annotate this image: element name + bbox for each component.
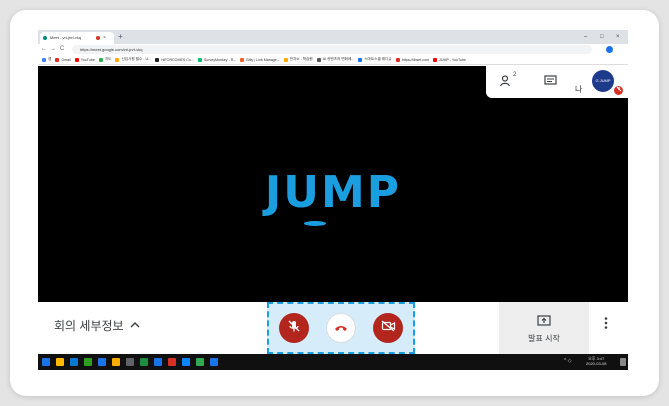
more-options-icon[interactable] — [604, 316, 608, 333]
profile-avatar[interactable] — [606, 46, 613, 53]
meeting-details-button[interactable]: 회의 세부정보 — [54, 317, 140, 334]
app-icon[interactable] — [126, 358, 134, 366]
app-icon[interactable] — [140, 358, 148, 366]
bookmark-label: 지도 — [104, 57, 112, 61]
self-avatar: G JUMP — [592, 70, 614, 92]
bookmarks-bar: 앱 Gmail YouTube 지도 신입사원 필수 - U... HiFORCOMES … — [38, 55, 628, 65]
bookmark-favicon-icon — [197, 57, 202, 62]
bookmark-label: 앱 — [48, 57, 52, 61]
clock[interactable]: 오후 3:47 2020-03-08 — [586, 356, 606, 366]
address-row: ← → C https://meet.google.com/vri-jnrf-v… — [38, 44, 628, 55]
maximize-button[interactable]: □ — [600, 32, 604, 42]
app-icon[interactable] — [210, 358, 218, 366]
system-tray-icon[interactable]: ^ ◇ — [564, 358, 572, 364]
bookmark-favicon-icon — [316, 57, 321, 62]
bookmark-item[interactable]: Gmail — [55, 57, 71, 62]
bookmark-favicon-icon — [358, 57, 363, 62]
bookmark-favicon-icon — [395, 57, 400, 62]
bookmark-item[interactable]: SurveyMonkey - R... — [197, 57, 237, 62]
participants-count: 2 — [513, 72, 517, 78]
bookmark-item[interactable]: 지도 — [98, 57, 112, 62]
forward-arrow-icon[interactable]: → — [50, 45, 56, 54]
reload-icon[interactable]: C — [60, 45, 64, 54]
chevron-up-icon — [130, 320, 140, 331]
chrome-icon[interactable] — [196, 358, 204, 366]
people-icon[interactable] — [500, 75, 514, 90]
bookmark-favicon-icon — [42, 57, 46, 62]
screen: Meet - vri-jnrf-vkq × + – □ × ← → C http… — [38, 30, 628, 370]
bookmark-item[interactable]: 전자소 - 학습원 — [283, 57, 313, 62]
participants-panel: 2 나 G JUMP — [486, 66, 628, 98]
bookmark-label: AI 컨텐츠의 변화에... — [322, 57, 355, 61]
window-close-button[interactable]: × — [616, 32, 620, 42]
present-screen-icon — [537, 314, 551, 332]
app-icon[interactable] — [98, 358, 106, 366]
bookmark-label: 신입사원 필수 - U... — [121, 57, 152, 61]
clock-date: 2020-03-08 — [586, 361, 607, 366]
self-label: 나 — [575, 85, 583, 94]
bookmark-label: https://dbset.com — [401, 57, 430, 62]
bookmark-label: YouTube — [80, 57, 95, 62]
tab-title: Meet - vri-jnrf-vkq — [50, 35, 82, 40]
hangup-icon — [334, 319, 348, 337]
tab-close-icon[interactable]: × — [103, 32, 106, 44]
bookmark-favicon-icon — [433, 57, 438, 62]
bookmark-label: Bitly | Link Manage... — [246, 57, 280, 62]
app-icon[interactable] — [154, 358, 162, 366]
bookmark-label: HiFORCOMES Co... — [161, 57, 194, 62]
bookmark-favicon-icon — [55, 57, 60, 62]
bookmark-item[interactable]: 신입사원 필수 - U... — [115, 57, 151, 62]
back-arrow-icon[interactable]: ← — [41, 45, 47, 54]
search-icon[interactable] — [56, 358, 64, 366]
bookmark-label: 전자소 - 학습원 — [289, 57, 313, 61]
call-controls-bar: 회의 세부정보 발표 시작 — [38, 302, 628, 354]
present-label: 발표 시작 — [528, 334, 560, 343]
jump-logo: JUMP — [264, 167, 402, 218]
tab-bar: Meet - vri-jnrf-vkq × + – □ × — [38, 30, 628, 44]
bookmark-item[interactable]: JUMP - YouTube — [433, 57, 467, 62]
bookmark-item[interactable]: HiFORCOMES Co... — [155, 57, 194, 62]
meet-favicon-icon — [43, 36, 47, 40]
mic-off-icon — [287, 319, 301, 338]
bookmark-item[interactable]: Bitly | Link Manage... — [240, 57, 280, 62]
bookmark-item[interactable]: https://dbset.com — [395, 57, 430, 62]
camera-toggle-button[interactable] — [373, 313, 403, 343]
bookmark-favicon-icon — [115, 57, 120, 62]
bookmark-label: SurveyMonkey - R... — [203, 57, 237, 62]
bookmark-item[interactable]: AI 컨텐츠의 변화에... — [316, 57, 355, 62]
bookmark-favicon-icon — [98, 57, 103, 62]
os-taskbar: ^ ◇ 오후 3:47 2020-03-08 — [38, 354, 628, 370]
bookmark-favicon-icon — [155, 57, 160, 62]
leave-call-button[interactable] — [326, 313, 356, 343]
bookmark-item[interactable]: YouTube — [74, 57, 95, 62]
bookmark-label: JUMP - YouTube — [439, 57, 467, 62]
bookmark-item[interactable]: 스마트스쿨 레디슈 — [358, 57, 392, 62]
present-now-button[interactable]: 발표 시작 — [499, 302, 589, 354]
camera-off-icon — [381, 319, 396, 337]
bookmark-item[interactable]: 앱 — [42, 57, 51, 62]
bookmark-favicon-icon — [74, 57, 79, 62]
edge-icon[interactable] — [182, 358, 190, 366]
app-icon[interactable] — [84, 358, 92, 366]
notification-icon[interactable] — [620, 358, 626, 366]
windows-start-icon[interactable] — [42, 358, 50, 366]
mic-toggle-button[interactable] — [279, 313, 309, 343]
mic-off-badge-icon — [614, 86, 623, 95]
bookmark-favicon-icon — [240, 57, 245, 62]
meeting-details-label: 회의 세부정보 — [54, 319, 124, 333]
bookmark-favicon-icon — [283, 57, 288, 62]
bookmark-label: 스마트스쿨 레디슈 — [364, 57, 392, 61]
bookmark-label: Gmail — [61, 57, 71, 62]
chat-icon[interactable] — [544, 75, 557, 90]
recording-dot-icon — [96, 36, 100, 40]
new-tab-button[interactable]: + — [118, 32, 123, 42]
logo-underline-mark — [304, 221, 326, 226]
call-controls-highlight — [267, 302, 415, 354]
app-icon[interactable] — [168, 358, 176, 366]
task-view-icon[interactable] — [70, 358, 78, 366]
folder-icon[interactable] — [112, 358, 120, 366]
minimize-button[interactable]: – — [584, 32, 587, 42]
browser-tab[interactable]: Meet - vri-jnrf-vkq × — [40, 32, 114, 44]
address-bar[interactable]: https://meet.google.com/vri-jnrf-vkq — [72, 45, 592, 54]
